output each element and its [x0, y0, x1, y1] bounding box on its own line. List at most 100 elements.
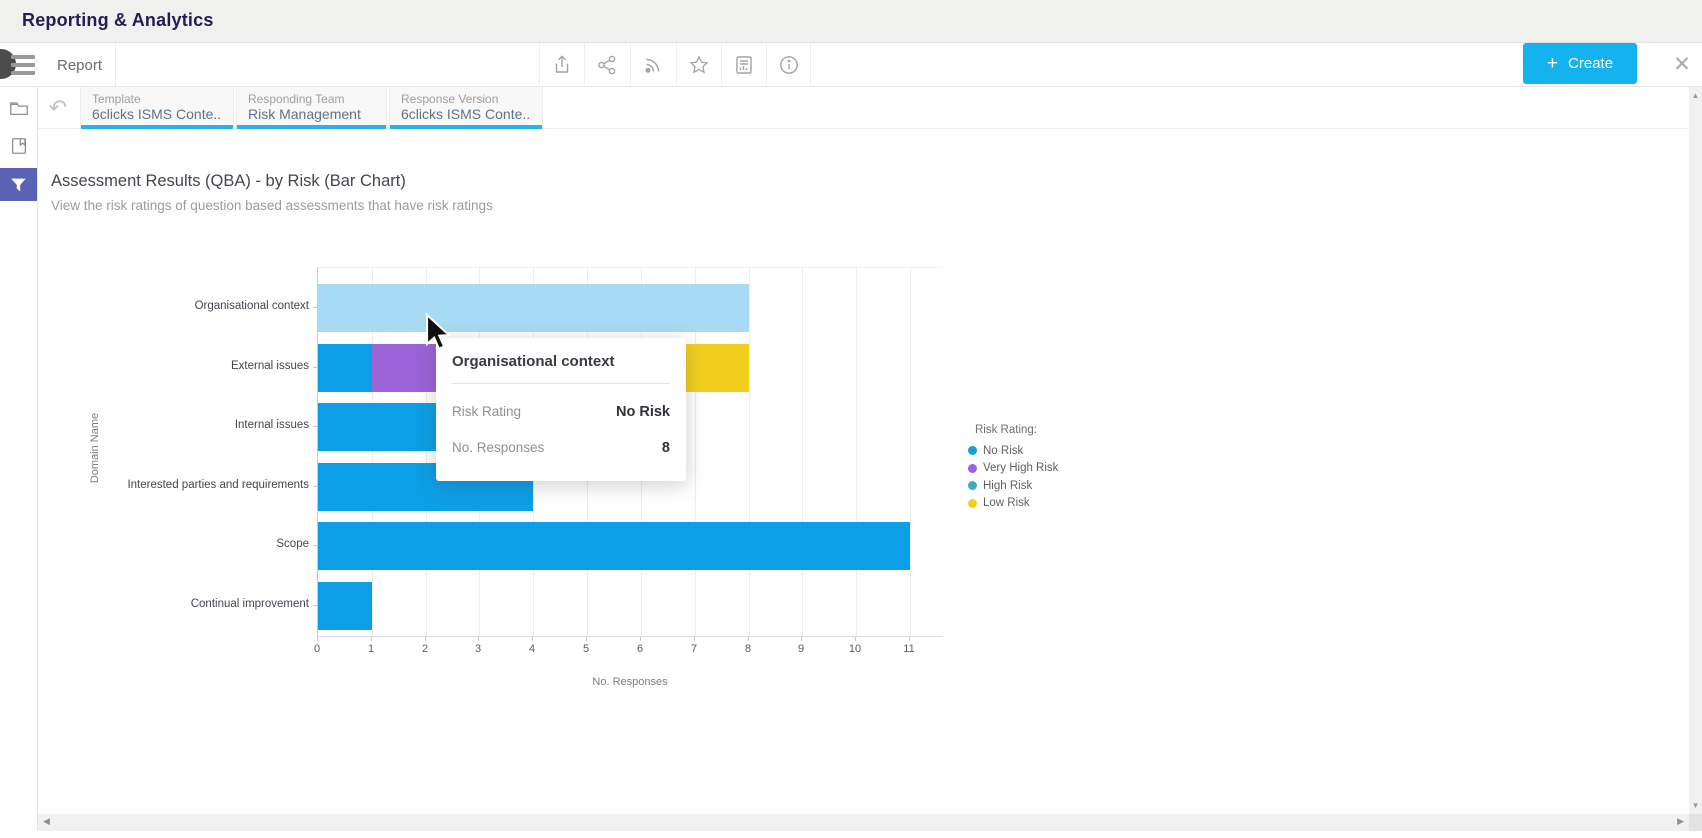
tooltip-row-label: Risk Rating	[452, 404, 521, 419]
tooltip-title: Organisational context	[452, 353, 670, 370]
info-icon	[778, 54, 800, 76]
filter-tab-responding-team[interactable]: Responding Team Risk Management	[236, 87, 387, 129]
share-button[interactable]	[584, 43, 629, 87]
legend-item-label: No Risk	[983, 445, 1023, 457]
hamburger-menu-icon[interactable]	[11, 71, 35, 75]
legend-swatch-icon	[968, 481, 977, 490]
filter-tab-template[interactable]: Template 6clicks ISMS Conte...	[80, 87, 234, 129]
x-axis-title: No. Responses	[480, 676, 780, 688]
category-label: External issues	[80, 360, 309, 372]
chart-legend: Risk Rating: No RiskVery High RiskHigh R…	[968, 424, 1058, 512]
tab-report[interactable]: Report	[44, 43, 116, 87]
share-icon	[596, 54, 618, 76]
x-axis-tick	[855, 637, 856, 641]
x-axis-tick-label: 9	[786, 643, 816, 655]
hamburger-menu-icon[interactable]	[11, 55, 35, 59]
report-view-button[interactable]	[721, 43, 766, 87]
app-header: Reporting & Analytics	[0, 0, 1702, 43]
tooltip-divider	[452, 383, 670, 384]
gridline	[749, 268, 750, 636]
category-label: Continual improvement	[80, 598, 309, 610]
active-tab-underline	[81, 125, 233, 129]
legend-swatch-icon	[968, 499, 977, 508]
close-icon[interactable]: ✕	[1668, 51, 1696, 79]
scroll-up-icon[interactable]: ▲	[1689, 91, 1702, 100]
export-icon	[551, 54, 573, 76]
hamburger-menu-icon[interactable]	[11, 63, 35, 67]
y-axis-tick	[313, 486, 317, 487]
category-label: Scope	[80, 538, 309, 550]
feed-icon	[642, 54, 664, 76]
favorite-button[interactable]	[676, 43, 721, 87]
filter-tab-response-version[interactable]: Response Version 6clicks ISMS Conte...	[389, 87, 543, 129]
legend-item-label: Very High Risk	[983, 462, 1058, 474]
feed-button[interactable]	[630, 43, 675, 87]
filter-funnel-icon	[10, 177, 27, 193]
tooltip-row-value: 8	[662, 440, 670, 456]
vertical-scrollbar[interactable]: ▲ ▼	[1689, 87, 1702, 814]
undo-button[interactable]: ↶	[38, 87, 78, 129]
page-subtitle: View the risk ratings of question based …	[51, 198, 493, 213]
create-button[interactable]: + Create	[1523, 43, 1637, 84]
sidebar-item-filter[interactable]	[0, 168, 37, 201]
x-axis-tick-label: 11	[894, 643, 924, 655]
y-axis-tick	[313, 367, 317, 368]
scroll-left-icon[interactable]: ◀	[43, 816, 50, 827]
category-label: Organisational context	[80, 300, 309, 312]
x-axis-tick-label: 3	[463, 643, 493, 655]
legend-item[interactable]: High Risk	[968, 477, 1058, 495]
x-axis-tick	[425, 637, 426, 641]
reporting-analytics-window: Reporting & Analytics Report	[0, 0, 1702, 838]
tooltip-row-label: No. Responses	[452, 440, 544, 455]
y-axis-tick	[313, 307, 317, 308]
filter-tab-value: Risk Management	[248, 106, 375, 123]
legend-item-label: Low Risk	[983, 497, 1030, 509]
x-axis-tick	[478, 637, 479, 641]
bookmark-icon	[9, 136, 29, 156]
active-tab-underline	[390, 125, 542, 129]
horizontal-scrollbar[interactable]: ◀ ▶	[38, 814, 1689, 831]
filter-tab-row: ↶ Template 6clicks ISMS Conte... Respond…	[0, 87, 1702, 129]
toolbar: Report	[0, 43, 1702, 87]
y-axis-title: Domain Name	[89, 403, 101, 493]
legend-item[interactable]: Very High Risk	[968, 460, 1058, 478]
category-label: Internal issues	[80, 419, 309, 431]
gridline	[910, 268, 911, 636]
bar-segment-no-risk[interactable]	[318, 344, 372, 392]
toolbar-separator	[810, 43, 811, 87]
bar-segment-no-risk[interactable]	[318, 284, 749, 332]
legend-item[interactable]: Low Risk	[968, 495, 1058, 513]
legend-swatch-icon	[968, 446, 977, 455]
filter-tab-label: Response Version	[401, 92, 531, 106]
export-button[interactable]	[539, 43, 584, 87]
x-axis-tick-label: 4	[517, 643, 547, 655]
gridline	[856, 268, 857, 636]
y-axis-tick	[313, 545, 317, 546]
filter-tab-value: 6clicks ISMS Conte...	[401, 106, 531, 123]
x-axis-tick-label: 6	[625, 643, 655, 655]
scroll-right-icon[interactable]: ▶	[1677, 816, 1684, 827]
x-axis-tick	[748, 637, 749, 641]
info-button[interactable]	[766, 43, 811, 87]
y-axis-tick	[313, 605, 317, 606]
undo-icon: ↶	[49, 95, 67, 121]
filter-tab-label: Responding Team	[248, 92, 375, 106]
active-tab-underline	[237, 125, 386, 129]
x-axis-tick	[640, 637, 641, 641]
bar-segment-no-risk[interactable]	[318, 522, 910, 570]
bar-segment-no-risk[interactable]	[318, 582, 372, 630]
scroll-down-icon[interactable]: ▼	[1689, 801, 1702, 810]
x-axis-tick-label: 2	[410, 643, 440, 655]
sidebar-item-folder[interactable]	[0, 93, 37, 123]
sidebar-item-bookmark[interactable]	[0, 132, 37, 160]
bar-segment-low-risk[interactable]	[684, 344, 749, 392]
x-axis-tick-label: 8	[733, 643, 763, 655]
scrollbar-corner	[1689, 814, 1702, 831]
filter-tab-value: 6clicks ISMS Conte...	[92, 106, 222, 123]
legend-item[interactable]: No Risk	[968, 442, 1058, 460]
category-label: Interested parties and requirements	[80, 479, 309, 491]
x-axis-tick-label: 7	[679, 643, 709, 655]
x-axis-tick	[909, 637, 910, 641]
mouse-cursor-icon	[420, 312, 454, 352]
x-axis-tick	[317, 637, 318, 641]
